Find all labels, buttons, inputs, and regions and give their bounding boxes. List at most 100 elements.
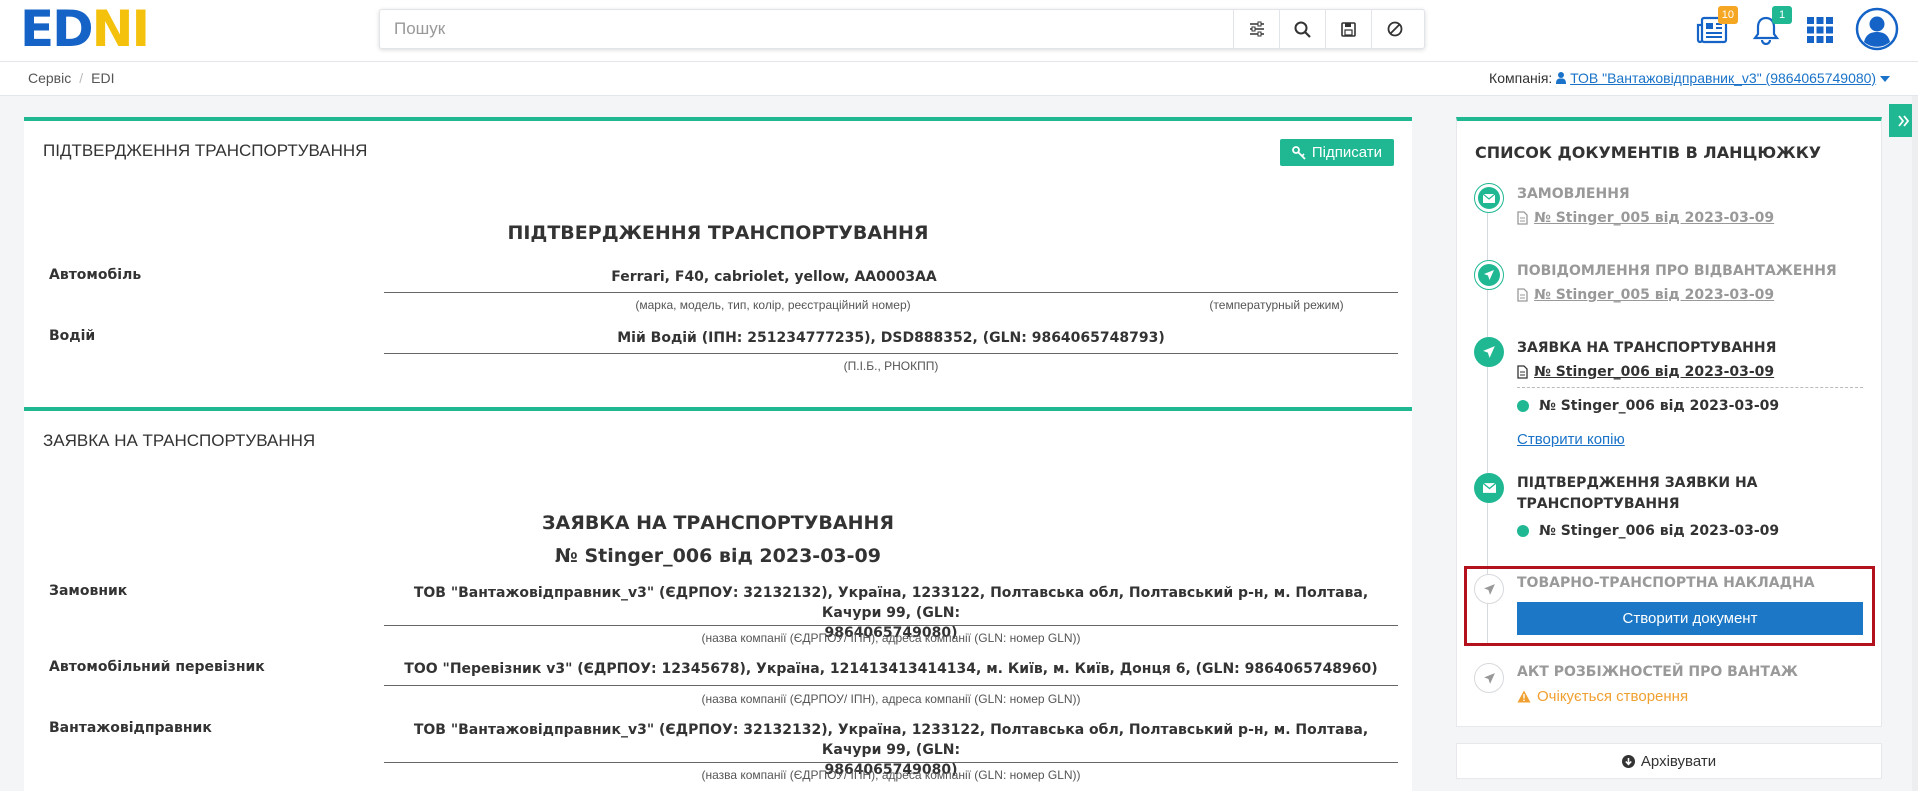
chain-step-request-sub: № Stinger_006 від 2023-03-09 <box>1517 398 1779 414</box>
carrier-hint: (назва компанії (ЄДРПОУ/ ІПН), адреса ко… <box>701 692 1081 706</box>
breadcrumb-item-edi: EDI <box>91 70 115 86</box>
chain-step-shipment-icon <box>1474 260 1504 290</box>
driver-label: Водій <box>49 328 96 344</box>
driver-value: Мій Водій (ІПН: 251234777235), DSD888352… <box>617 330 1165 346</box>
paper-plane-icon <box>1484 270 1494 280</box>
chain-step-request-icon <box>1474 337 1504 367</box>
chain-step-request-title: ЗАЯВКА НА ТРАНСПОРТУВАННЯ <box>1517 340 1777 356</box>
create-copy-link[interactable]: Створити копію <box>1517 431 1625 448</box>
document-chain-title: СПИСОК ДОКУМЕНТІВ В ЛАНЦЮЖКУ <box>1475 143 1822 162</box>
filter-icon <box>1249 21 1264 37</box>
chain-step-confirmation-title-line1: ПІДТВЕРДЖЕННЯ ЗАЯВКИ НА <box>1517 475 1758 491</box>
paper-plane-icon <box>1483 346 1495 358</box>
archive-button-label: Архівувати <box>1640 752 1717 770</box>
car-value: Ferrari, F40, cabriolet, yellow, AA0003A… <box>611 269 937 285</box>
car-underline <box>384 292 1162 293</box>
save-search-button[interactable] <box>1325 10 1371 48</box>
file-icon <box>1517 211 1528 225</box>
top-bar: EDNI 10 1 <box>0 0 1918 62</box>
chain-step-discrepancy-icon <box>1474 663 1504 693</box>
chain-step-order-icon <box>1474 183 1504 213</box>
user-menu-button[interactable] <box>1854 6 1900 52</box>
chain-step-discrepancy-title: АКТ РОЗБІЖНОСТЕЙ ПРО ВАНТАЖ <box>1517 664 1798 680</box>
chain-step-request-sub-label: № Stinger_006 від 2023-03-09 <box>1539 398 1780 414</box>
shipper-underline <box>384 762 1398 763</box>
confirmation-card: ПІДТВЕРДЖЕННЯ ТРАНСПОРТУВАННЯ Підписати … <box>24 117 1412 407</box>
customer-hint: (назва компанії (ЄДРПОУ/ ІПН), адреса ко… <box>701 631 1081 645</box>
request-doc-heading: ЗАЯВКА НА ТРАНСПОРТУВАННЯ <box>541 512 895 534</box>
breadcrumb-separator: / <box>79 70 84 86</box>
chain-step-shipment-link-label: № Stinger_005 від 2023-03-09 <box>1534 287 1775 303</box>
customer-value-line1: ТОВ "Вантажовідправник_v3" (ЄДРПОУ: 3213… <box>413 585 1369 621</box>
clear-icon <box>1387 21 1402 37</box>
chain-step-order-title: ЗАМОВЛЕННЯ <box>1517 186 1630 202</box>
car-label: Автомобіль <box>49 267 142 283</box>
double-chevron-right-icon <box>1897 114 1909 127</box>
sign-button[interactable]: Підписати <box>1279 139 1394 166</box>
archive-icon <box>1621 754 1635 768</box>
file-icon <box>1517 365 1528 379</box>
breadcrumb-item-service[interactable]: Сервіс <box>28 70 71 86</box>
clear-search-button[interactable] <box>1371 10 1417 48</box>
search-button[interactable] <box>1279 10 1325 48</box>
edin-logo[interactable]: ED N I <box>20 0 150 58</box>
envelope-icon <box>1482 483 1496 493</box>
request-card-title: ЗАЯВКА НА ТРАНСПОРТУВАННЯ <box>43 431 316 450</box>
request-doc-number: № Stinger_006 від 2023-03-09 <box>555 545 881 567</box>
breadcrumb-bar: Сервіс / EDI Компанія: ТОВ "Вантажовідправ… <box>0 62 1918 96</box>
page-scrollbar[interactable] <box>1912 96 1918 791</box>
key-icon <box>1291 145 1306 160</box>
apps-button[interactable] <box>1800 10 1840 50</box>
chain-step-ttn-title: ТОВАРНО-ТРАНСПОРТНА НАКЛАДНА <box>1517 575 1815 591</box>
company-dropdown[interactable]: ТОВ "Вантажовідправник_v3" (986406574908… <box>1556 70 1890 86</box>
warning-icon <box>1517 690 1531 703</box>
company-name: ТОВ "Вантажовідправник_v3" (986406574908… <box>1570 70 1877 86</box>
chain-step-discrepancy-pending: Очікується створення <box>1517 688 1688 705</box>
confirmation-doc-heading: ПІДТВЕРДЖЕННЯ ТРАНСПОРТУВАННЯ <box>507 222 929 244</box>
temperature-hint: (температурный режим) <box>1209 298 1344 312</box>
status-dot <box>1517 400 1529 412</box>
shipper-hint: (назва компанії (ЄДРПОУ/ ІПН), адреса ко… <box>701 768 1081 782</box>
apps-grid-icon <box>1807 17 1833 43</box>
chain-step-confirmation-title-line2: ТРАНСПОРТУВАННЯ <box>1517 496 1680 512</box>
notifications-count-badge: 1 <box>1772 6 1792 24</box>
paper-plane-icon <box>1483 583 1495 595</box>
filter-button[interactable] <box>1233 10 1279 48</box>
chain-step-order-link[interactable]: № Stinger_005 від 2023-03-09 <box>1517 210 1774 226</box>
archive-button[interactable]: Архівувати <box>1456 743 1882 779</box>
breadcrumb: Сервіс / EDI <box>28 70 114 86</box>
user-avatar-icon <box>1855 7 1899 51</box>
chain-step-shipment-link[interactable]: № Stinger_005 від 2023-03-09 <box>1517 287 1774 303</box>
customer-underline <box>384 625 1398 626</box>
customer-label: Замовник <box>49 583 128 599</box>
driver-hint: (П.І.Б., РНОКПП) <box>843 359 939 373</box>
sign-button-label: Підписати <box>1311 144 1382 161</box>
confirmation-card-title: ПІДТВЕРДЖЕННЯ ТРАНСПОРТУВАННЯ <box>43 141 368 160</box>
search-icon <box>1294 21 1311 38</box>
logo-text-n: N <box>91 0 134 58</box>
carrier-label: Автомобільний перевізник <box>49 659 265 675</box>
chain-step-confirmation-sub-label: № Stinger_006 від 2023-03-09 <box>1539 523 1780 539</box>
chain-step-request-link[interactable]: № Stinger_006 від 2023-03-09 <box>1517 364 1774 380</box>
status-dot <box>1517 525 1529 537</box>
file-icon <box>1517 288 1528 302</box>
user-icon <box>1556 72 1567 84</box>
logo-text-ed: ED <box>20 0 94 58</box>
caret-down-icon <box>1880 76 1890 82</box>
chain-step-ttn-icon <box>1474 574 1504 604</box>
chain-step-confirmation-title: ПІДТВЕРДЖЕННЯ ЗАЯВКИ НА ТРАНСПОРТУВАННЯ <box>1517 473 1857 515</box>
company-selector: Компанія: ТОВ "Вантажовідправник_v3" (98… <box>1489 70 1890 86</box>
chain-step-request-divider <box>1517 387 1863 388</box>
notifications-button[interactable]: 1 <box>1746 6 1792 50</box>
search-input[interactable] <box>380 10 1280 48</box>
shipper-label: Вантажовідправник <box>49 720 212 736</box>
news-button[interactable]: 10 <box>1692 6 1738 50</box>
company-label: Компанія: <box>1489 70 1553 86</box>
chain-step-shipment-title: ПОВІДОМЛЕННЯ ПРО ВІДВАНТАЖЕННЯ <box>1517 263 1837 279</box>
chain-step-request-link-label: № Stinger_006 від 2023-03-09 <box>1534 364 1775 380</box>
paper-plane-icon <box>1483 672 1495 684</box>
carrier-value: ТОО "Перевізник v3" (ЄДРПОУ: 12345678), … <box>404 661 1378 677</box>
logo-text-i: I <box>131 0 151 58</box>
create-document-button[interactable]: Створити документ <box>1517 602 1863 635</box>
pending-label: Очікується створення <box>1537 688 1689 705</box>
